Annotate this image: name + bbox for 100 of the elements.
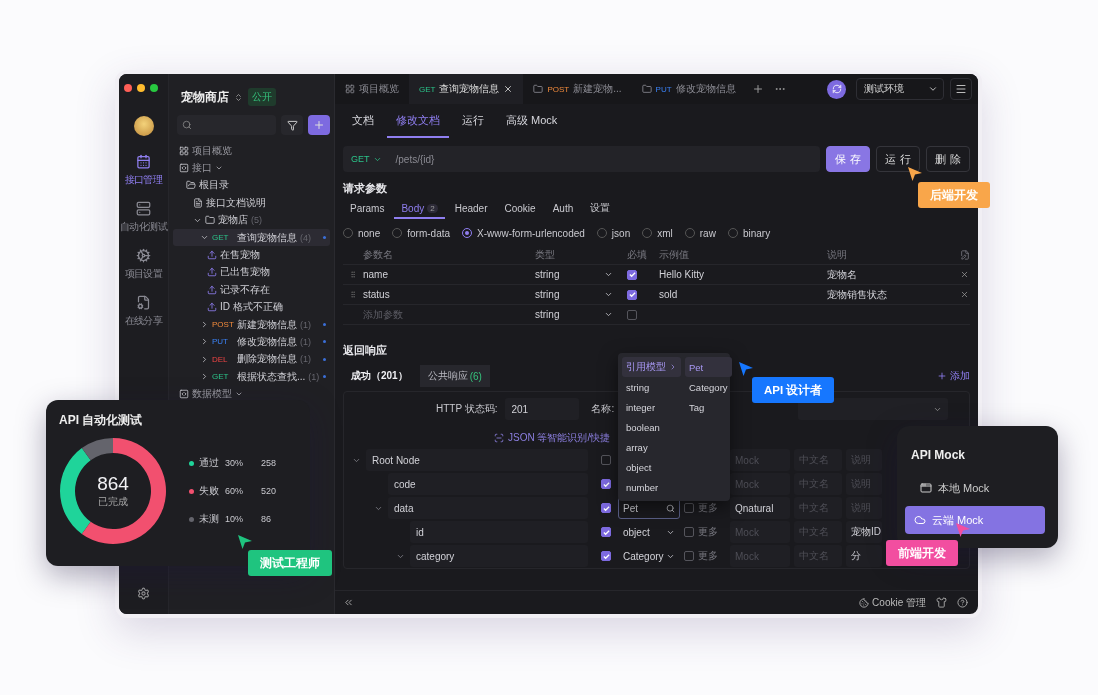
- tree-item[interactable]: 已出售宠物: [173, 263, 330, 282]
- tree-item[interactable]: 根目录: [173, 176, 330, 195]
- help-icon[interactable]: [957, 597, 968, 608]
- checkbox[interactable]: [684, 527, 694, 537]
- edit-icon[interactable]: [960, 250, 970, 260]
- menu-item[interactable]: Category: [685, 377, 732, 398]
- tree-item[interactable]: 接口: [173, 159, 330, 177]
- url-field[interactable]: GET /pets/{id}: [343, 146, 820, 172]
- rail-item[interactable]: 项目设置: [124, 248, 163, 281]
- action-button[interactable]: 删 除: [926, 146, 970, 172]
- menu-item[interactable]: object: [622, 457, 681, 477]
- checkbox[interactable]: [601, 479, 611, 489]
- body-type-option[interactable]: X-www-form-urlencoded: [462, 227, 585, 239]
- menu-item[interactable]: boolean: [622, 417, 681, 437]
- menu-item[interactable]: integer: [622, 397, 681, 417]
- field-name[interactable]: Root Node: [366, 449, 588, 471]
- type-select[interactable]: object: [618, 521, 680, 543]
- tree-item[interactable]: POST 新建宠物信息 (1): [173, 315, 330, 334]
- rail-item[interactable]: 自动化测试: [120, 201, 167, 234]
- description-field[interactable]: 宠物ID: [846, 521, 882, 543]
- close-icon[interactable]: [503, 84, 514, 94]
- type-select[interactable]: string: [535, 309, 621, 320]
- environment-select[interactable]: 测试环境: [856, 78, 944, 100]
- doc-tab[interactable]: 运行: [453, 104, 493, 138]
- rail-item[interactable]: 接口管理: [124, 154, 163, 187]
- shirt-icon[interactable]: [936, 597, 947, 608]
- menu-item[interactable]: number: [622, 477, 681, 497]
- filter-button[interactable]: [281, 115, 303, 135]
- type-select[interactable]: string: [535, 269, 621, 280]
- param-tab[interactable]: Body 2: [394, 199, 445, 219]
- field-name[interactable]: code: [388, 473, 588, 495]
- chevron-right-icon[interactable]: [200, 354, 209, 364]
- tree-item[interactable]: 宠物店 (5): [173, 211, 330, 229]
- chevron-right-icon[interactable]: [200, 320, 209, 330]
- type-select[interactable]: Category: [618, 545, 680, 567]
- param-tab[interactable]: Header: [447, 199, 495, 219]
- body-type-option[interactable]: xml: [642, 227, 673, 239]
- response-tab[interactable]: 公共响应 (6): [419, 365, 490, 387]
- avatar[interactable]: [133, 116, 154, 136]
- tree-item[interactable]: 接口文档说明: [173, 194, 330, 212]
- settings-icon[interactable]: [137, 587, 150, 600]
- checkbox[interactable]: [627, 269, 637, 280]
- menu-item[interactable]: Pet: [685, 357, 732, 378]
- checkbox[interactable]: [601, 503, 611, 513]
- param-tab[interactable]: Auth: [545, 199, 581, 219]
- mock-option[interactable]: 云端 Mock: [905, 506, 1045, 534]
- add-button[interactable]: [308, 115, 330, 135]
- tree-item[interactable]: PUT 修改宠物信息 (1): [173, 333, 330, 351]
- rail-item[interactable]: 在线分享: [124, 295, 163, 328]
- param-tab[interactable]: Cookie: [497, 199, 543, 219]
- search-field[interactable]: [177, 115, 276, 135]
- body-type-option[interactable]: binary: [727, 227, 771, 239]
- menu-item[interactable]: 引用模型: [622, 357, 681, 377]
- delete-icon[interactable]: [960, 270, 969, 279]
- editor-tab[interactable]: GET 查询宠物信息: [409, 74, 524, 104]
- tree-item[interactable]: 数据模型: [173, 385, 330, 403]
- drag-handle-icon[interactable]: [349, 270, 357, 279]
- mock-option[interactable]: 本地 Mock: [911, 474, 1045, 502]
- cookie-link[interactable]: Cookie 管理: [859, 595, 926, 610]
- tree-item[interactable]: GET 根据状态查找... (1): [173, 368, 330, 386]
- sync-button[interactable]: [827, 79, 846, 99]
- checkbox[interactable]: [601, 455, 611, 465]
- doc-tab[interactable]: 修改文档: [387, 104, 449, 138]
- menu-item[interactable]: array: [622, 437, 681, 457]
- tree-item[interactable]: 在售宠物: [173, 246, 330, 264]
- menu-button[interactable]: [950, 78, 972, 100]
- chevron-right-icon[interactable]: [200, 372, 209, 382]
- action-button[interactable]: 保 存: [826, 146, 870, 172]
- doc-tab[interactable]: 文档: [343, 104, 383, 138]
- method-select[interactable]: GET: [351, 154, 382, 164]
- doc-tab[interactable]: 高级 Mock: [497, 104, 567, 138]
- delete-icon[interactable]: [960, 290, 969, 299]
- chevron-right-icon[interactable]: [200, 337, 209, 347]
- body-type-option[interactable]: none: [343, 227, 381, 239]
- format-select[interactable]: [798, 398, 949, 420]
- checkbox[interactable]: [627, 309, 637, 320]
- checkbox[interactable]: [601, 527, 611, 537]
- checkbox[interactable]: [684, 503, 694, 513]
- checkbox[interactable]: [684, 551, 694, 561]
- body-type-option[interactable]: raw: [684, 227, 716, 239]
- field-name[interactable]: id: [410, 521, 588, 543]
- field-name[interactable]: data: [388, 497, 588, 519]
- param-tab[interactable]: 设置: [583, 199, 618, 219]
- checkbox[interactable]: [601, 551, 611, 561]
- collapse-icon[interactable]: [343, 597, 354, 608]
- param-tab[interactable]: Params: [343, 199, 392, 219]
- mock-field[interactable]: Qnatural: [730, 497, 790, 519]
- tree-item[interactable]: 记录不存在: [173, 281, 330, 299]
- type-select[interactable]: string: [535, 289, 621, 300]
- menu-item[interactable]: string: [622, 377, 681, 397]
- status-code-field[interactable]: 201: [505, 398, 580, 420]
- editor-tab[interactable]: PUT 修改宠物信息: [631, 74, 746, 104]
- chevrons-icon[interactable]: [234, 92, 243, 102]
- editor-tab[interactable]: 项目概览: [335, 74, 409, 104]
- drag-handle-icon[interactable]: [349, 290, 357, 299]
- project-name[interactable]: 宠物商店: [181, 88, 229, 106]
- add-link[interactable]: 添加: [937, 365, 970, 387]
- body-type-option[interactable]: json: [596, 227, 631, 239]
- tree-item[interactable]: ID 格式不正确: [173, 298, 330, 316]
- body-type-option[interactable]: form-data: [392, 227, 451, 239]
